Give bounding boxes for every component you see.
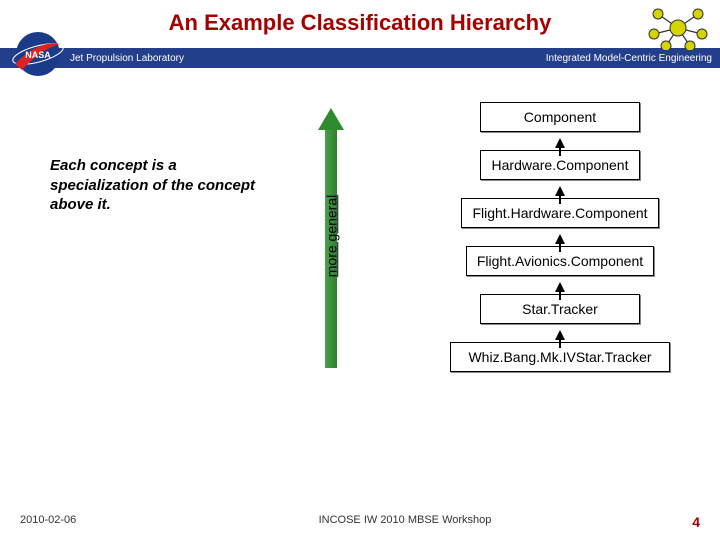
up-arrow-icon — [555, 330, 565, 340]
footer-date: 2010-02-06 — [20, 514, 140, 530]
svg-text:NASA: NASA — [25, 50, 51, 60]
up-arrow-icon — [555, 138, 565, 148]
arrow-label: more general — [323, 195, 339, 278]
caption-text: Each concept is a specialization of the … — [50, 156, 260, 215]
up-arrow-icon — [555, 186, 565, 196]
up-arrow-icon — [555, 234, 565, 244]
header-left: Jet Propulsion Laboratory — [70, 53, 184, 64]
network-icon — [648, 6, 708, 50]
hierarchy-column: Component Hardware.Component Flight.Hard… — [420, 98, 700, 376]
content-area: Each concept is a specialization of the … — [0, 78, 720, 498]
header-right: Integrated Model-Centric Engineering — [546, 53, 712, 64]
header-bar: Jet Propulsion Laboratory Integrated Mod… — [0, 48, 720, 68]
up-arrow-icon — [555, 282, 565, 292]
footer-event: INCOSE IW 2010 MBSE Workshop — [140, 514, 670, 530]
footer-page-number: 4 — [670, 514, 700, 530]
nasa-logo-icon: NASA — [10, 30, 66, 78]
slide-title: An Example Classification Hierarchy — [0, 0, 720, 36]
hierarchy-box: Component — [480, 102, 640, 132]
footer: 2010-02-06 INCOSE IW 2010 MBSE Workshop … — [0, 514, 720, 530]
